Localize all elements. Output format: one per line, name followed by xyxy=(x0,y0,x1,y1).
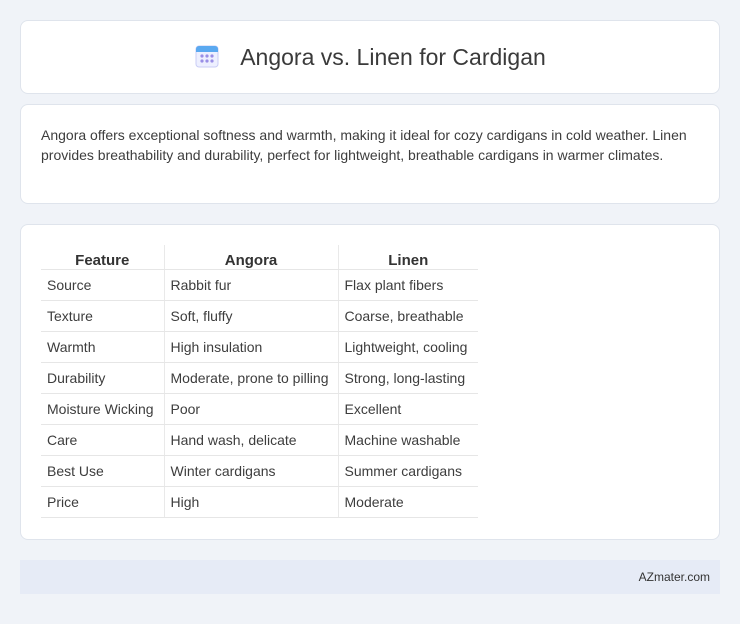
feature-cell: Moisture Wicking xyxy=(41,393,164,425)
angora-cell: High xyxy=(163,486,338,518)
feature-cell: Care xyxy=(41,424,164,456)
table-header-row: Feature Angora Linen xyxy=(41,245,478,270)
header: Angora vs. Linen for Cardigan xyxy=(194,44,546,71)
feature-cell: Price xyxy=(41,486,164,518)
feature-cell: Warmth xyxy=(41,331,164,363)
table-row: Price High Moderate xyxy=(41,486,478,518)
footer-brand: AZmater.com xyxy=(638,570,710,584)
table-row: Best Use Winter cardigans Summer cardigans xyxy=(41,455,478,487)
calendar-icon xyxy=(195,45,219,68)
feature-cell: Texture xyxy=(41,300,164,332)
angora-cell: Soft, fluffy xyxy=(163,300,338,332)
table-row: Durability Moderate, prone to pilling Stro… xyxy=(41,362,478,394)
angora-cell: Poor xyxy=(163,393,338,425)
linen-cell: Flax plant fibers xyxy=(337,269,478,301)
linen-cell: Lightweight, cooling xyxy=(337,331,478,363)
comparison-card: Feature Angora Linen Source Rabbit fur Fla… xyxy=(20,224,720,540)
angora-cell: High insulation xyxy=(163,331,338,363)
page-title: Angora vs. Linen for Cardigan xyxy=(240,43,546,70)
table-row: Source Rabbit fur Flax plant fibers xyxy=(41,269,478,301)
linen-cell: Summer cardigans xyxy=(337,455,478,487)
column-header-feature: Feature xyxy=(41,245,164,270)
linen-cell: Coarse, breathable xyxy=(337,300,478,332)
summary-card: Angora offers exceptional softness and w… xyxy=(20,104,720,204)
table-row: Care Hand wash, delicate Machine washable xyxy=(41,424,478,456)
angora-cell: Rabbit fur xyxy=(163,269,338,301)
feature-cell: Best Use xyxy=(41,455,164,487)
comparison-table: Feature Angora Linen Source Rabbit fur Fla… xyxy=(41,245,478,518)
angora-cell: Hand wash, delicate xyxy=(163,424,338,456)
column-header-angora: Angora xyxy=(163,245,338,270)
table-row: Moisture Wicking Poor Excellent xyxy=(41,393,478,425)
linen-cell: Machine washable xyxy=(337,424,478,456)
summary-text: Angora offers exceptional softness and w… xyxy=(41,127,687,163)
linen-cell: Strong, long-lasting xyxy=(337,362,478,394)
angora-cell: Moderate, prone to pilling xyxy=(163,362,338,394)
linen-cell: Moderate xyxy=(337,486,478,518)
header-card: Angora vs. Linen for Cardigan xyxy=(20,20,720,94)
feature-cell: Durability xyxy=(41,362,164,394)
linen-cell: Excellent xyxy=(337,393,478,425)
footer: AZmater.com xyxy=(20,560,720,594)
table-row: Texture Soft, fluffy Coarse, breathable xyxy=(41,300,478,332)
column-header-linen: Linen xyxy=(337,245,478,270)
angora-cell: Winter cardigans xyxy=(163,455,338,487)
feature-cell: Source xyxy=(41,269,164,301)
table-body: Source Rabbit fur Flax plant fibers Texture… xyxy=(41,269,478,518)
table-row: Warmth High insulation Lightweight, coolin… xyxy=(41,331,478,363)
